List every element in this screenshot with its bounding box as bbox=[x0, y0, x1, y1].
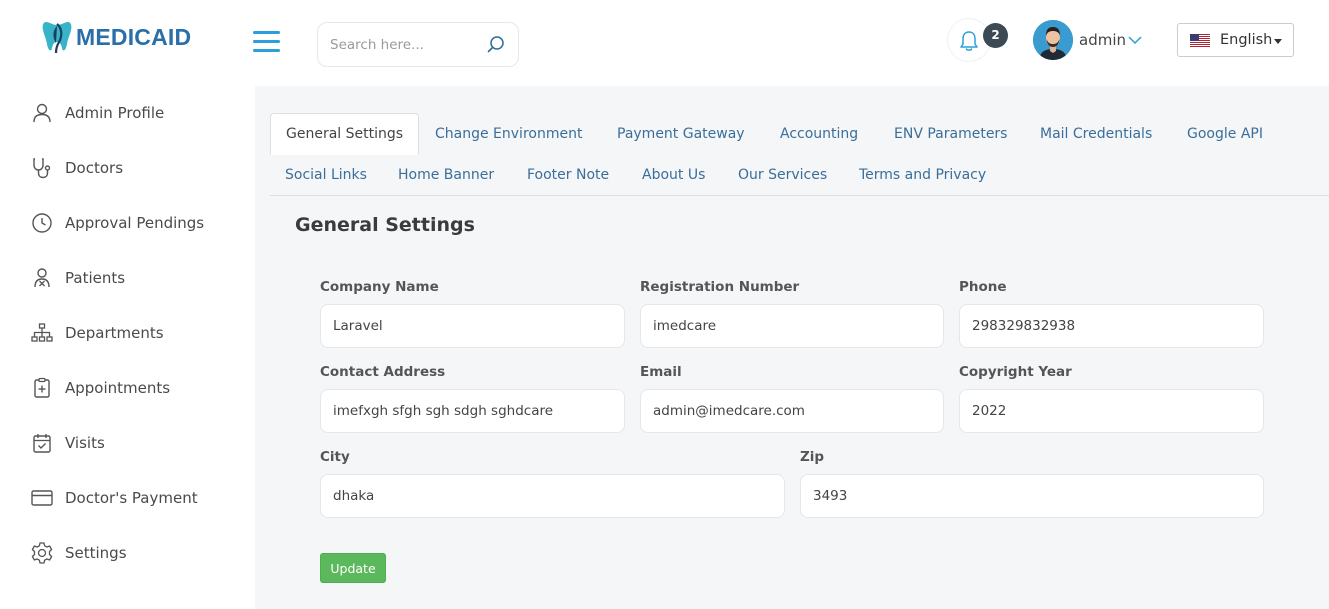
clock-icon bbox=[32, 213, 52, 233]
contact-address-label: Contact Address bbox=[320, 364, 446, 380]
tab-google-api[interactable]: Google API bbox=[1172, 113, 1278, 155]
sidebar-item-departments[interactable]: Departments bbox=[30, 318, 164, 348]
language-selector[interactable]: English bbox=[1177, 23, 1294, 57]
registration-number-field[interactable] bbox=[640, 304, 944, 348]
sidebar-item-appointments[interactable]: Appointments bbox=[30, 373, 170, 403]
hamburger-line bbox=[253, 40, 280, 43]
search-box bbox=[317, 22, 519, 67]
sidebar-item-label: Admin Profile bbox=[65, 104, 165, 122]
sidebar-item-label: Settings bbox=[65, 544, 127, 562]
tab-env-parameters[interactable]: ENV Parameters bbox=[879, 113, 1022, 155]
search-icon[interactable] bbox=[486, 35, 506, 55]
tab-accounting[interactable]: Accounting bbox=[765, 113, 873, 155]
sitemap-icon bbox=[31, 323, 53, 342]
stethoscope-icon bbox=[33, 158, 51, 179]
brand-name: MEDICAID bbox=[76, 23, 192, 50]
phone-field[interactable] bbox=[959, 304, 1264, 348]
calendar-check-icon bbox=[33, 434, 51, 453]
tab-social-links[interactable]: Social Links bbox=[270, 154, 382, 196]
settings-tabs: General Settings Change Environment Paym… bbox=[270, 113, 1329, 196]
credit-card-icon bbox=[31, 490, 53, 506]
sidebar-item-settings[interactable]: Settings bbox=[30, 538, 127, 568]
search-input[interactable] bbox=[330, 33, 480, 57]
hamburger-line bbox=[253, 31, 280, 34]
city-field[interactable] bbox=[320, 474, 785, 518]
tab-general-settings[interactable]: General Settings bbox=[270, 113, 420, 155]
hamburger-line bbox=[253, 49, 280, 52]
us-flag-icon bbox=[1190, 34, 1210, 47]
user-name[interactable]: admin bbox=[1079, 31, 1126, 49]
company-name-label: Company Name bbox=[320, 279, 439, 295]
sidebar-item-label: Doctors bbox=[65, 159, 124, 177]
user-icon bbox=[33, 103, 51, 123]
bell-icon bbox=[960, 31, 978, 51]
sidebar-item-label: Patients bbox=[65, 269, 126, 287]
sidebar-item-approval-pendings[interactable]: Approval Pendings bbox=[30, 208, 204, 238]
email-label: Email bbox=[640, 364, 682, 380]
tab-about-us[interactable]: About Us bbox=[627, 154, 720, 196]
tab-home-banner[interactable]: Home Banner bbox=[383, 154, 509, 196]
menu-toggle-button[interactable] bbox=[253, 31, 280, 55]
gear-icon bbox=[31, 542, 53, 564]
main-content: General Settings Change Environment Paym… bbox=[255, 86, 1329, 609]
tab-terms-and-privacy[interactable]: Terms and Privacy bbox=[844, 154, 1001, 196]
zip-field[interactable] bbox=[800, 474, 1264, 518]
tab-footer-note[interactable]: Footer Note bbox=[512, 154, 624, 196]
tab-mail-credentials[interactable]: Mail Credentials bbox=[1025, 113, 1167, 155]
sidebar-item-label: Appointments bbox=[65, 379, 171, 397]
sidebar-item-label: Visits bbox=[65, 434, 105, 452]
tooth-leaf-logo-icon bbox=[42, 22, 72, 54]
sidebar: Admin Profile Doctors Approval Pendings … bbox=[0, 86, 255, 609]
zip-label: Zip bbox=[800, 449, 825, 465]
patient-icon bbox=[34, 268, 50, 288]
top-header: MEDICAID 2 admin bbox=[0, 0, 1329, 86]
brand-logo[interactable]: MEDICAID bbox=[42, 20, 191, 54]
copyright-year-field[interactable] bbox=[959, 389, 1264, 433]
company-name-field[interactable] bbox=[320, 304, 625, 348]
clipboard-plus-icon bbox=[34, 377, 50, 398]
tab-our-services[interactable]: Our Services bbox=[723, 154, 842, 196]
contact-address-field[interactable] bbox=[320, 389, 625, 433]
sidebar-item-visits[interactable]: Visits bbox=[30, 428, 105, 458]
caret-down-icon bbox=[1274, 39, 1282, 44]
page-title: General Settings bbox=[295, 214, 475, 236]
copyright-year-label: Copyright Year bbox=[959, 364, 1072, 380]
email-field[interactable] bbox=[640, 389, 944, 433]
sidebar-item-label: Doctor's Payment bbox=[65, 489, 198, 507]
sidebar-item-label: Departments bbox=[65, 324, 164, 342]
update-button[interactable]: Update bbox=[320, 553, 386, 583]
city-label: City bbox=[320, 449, 350, 465]
sidebar-item-label: Approval Pendings bbox=[65, 214, 205, 232]
user-photo-icon bbox=[1033, 20, 1073, 60]
chevron-down-icon[interactable] bbox=[1128, 36, 1142, 44]
phone-label: Phone bbox=[959, 279, 1007, 295]
sidebar-item-doctors[interactable]: Doctors bbox=[30, 153, 123, 183]
notification-count-badge: 2 bbox=[983, 23, 1008, 48]
registration-number-label: Registration Number bbox=[640, 279, 800, 295]
tab-change-environment[interactable]: Change Environment bbox=[420, 113, 597, 155]
avatar[interactable] bbox=[1033, 20, 1073, 60]
sidebar-item-patients[interactable]: Patients bbox=[30, 263, 125, 293]
tab-payment-gateway[interactable]: Payment Gateway bbox=[602, 113, 760, 155]
sidebar-item-doctors-payment[interactable]: Doctor's Payment bbox=[30, 483, 198, 513]
language-label: English bbox=[1220, 32, 1273, 48]
sidebar-item-admin-profile[interactable]: Admin Profile bbox=[30, 98, 164, 128]
